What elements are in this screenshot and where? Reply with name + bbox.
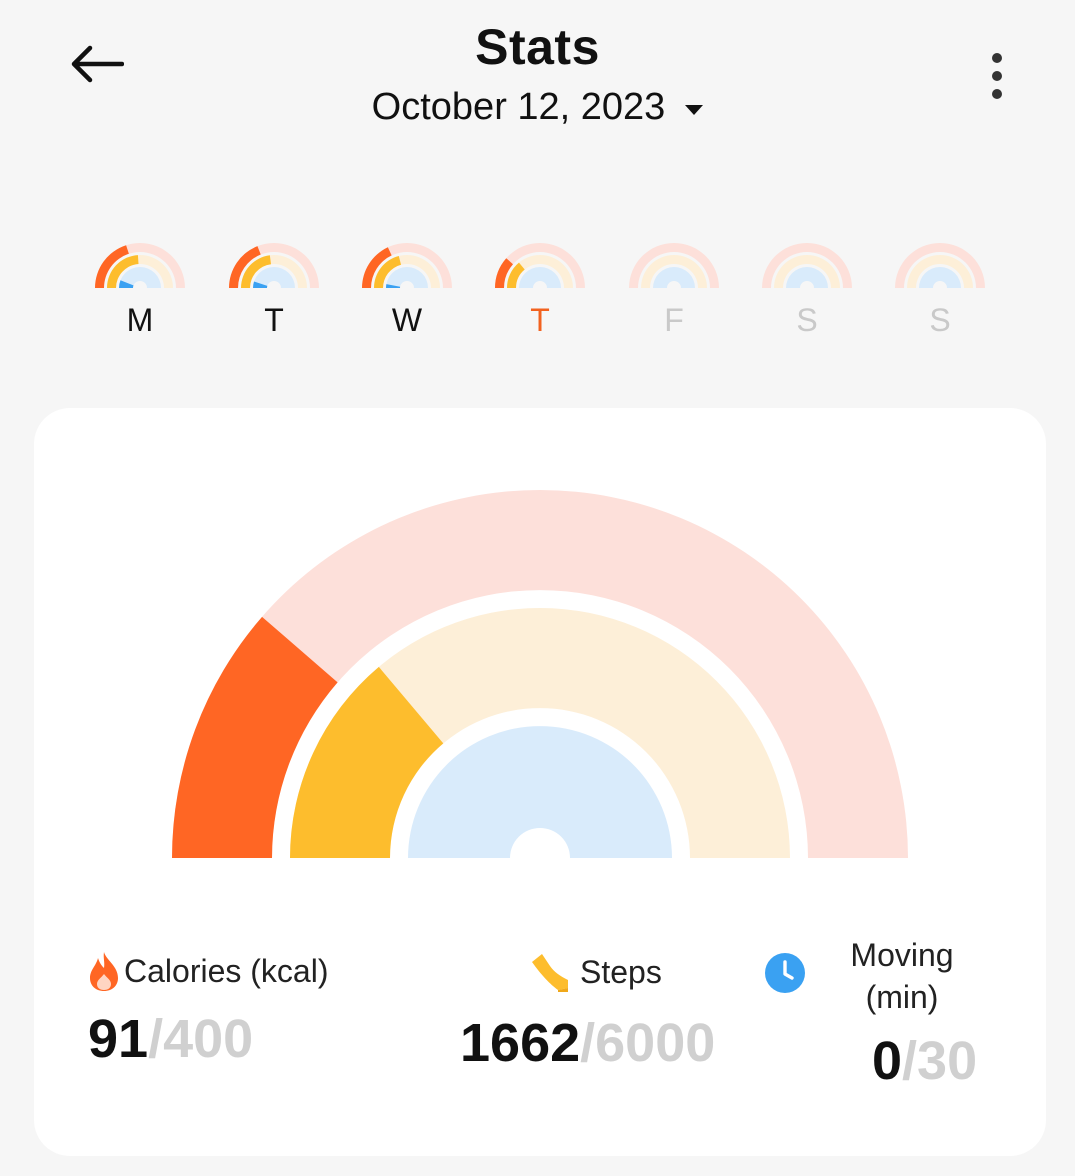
calories-value-row: 91/400 [88,1008,253,1070]
shoe-icon [532,954,568,992]
steps-value: 1662 [460,1013,581,1073]
steps-value-row: 1662/6000 [460,1012,715,1074]
moving-label-line1: Moving [850,937,954,973]
clock-icon [765,953,805,993]
steps-label: Steps [580,953,662,990]
moving-value-row: 0/30 [872,1030,977,1092]
moving-label: Moving (min) [836,934,968,1018]
flame-icon [90,952,118,991]
moving-label-line2: (min) [865,979,939,1015]
calories-stat-label-row: Calories (kcal) [86,950,328,992]
steps-stat-label-row: Steps [528,950,662,994]
moving-value: 0 [872,1031,903,1091]
calories-value: 91 [88,1009,149,1069]
calories-label: Calories (kcal) [124,952,329,989]
steps-goal: /6000 [580,1013,716,1073]
calories-goal: /400 [148,1009,254,1069]
moving-ring-track [408,726,672,858]
moving-goal: /30 [902,1031,978,1091]
